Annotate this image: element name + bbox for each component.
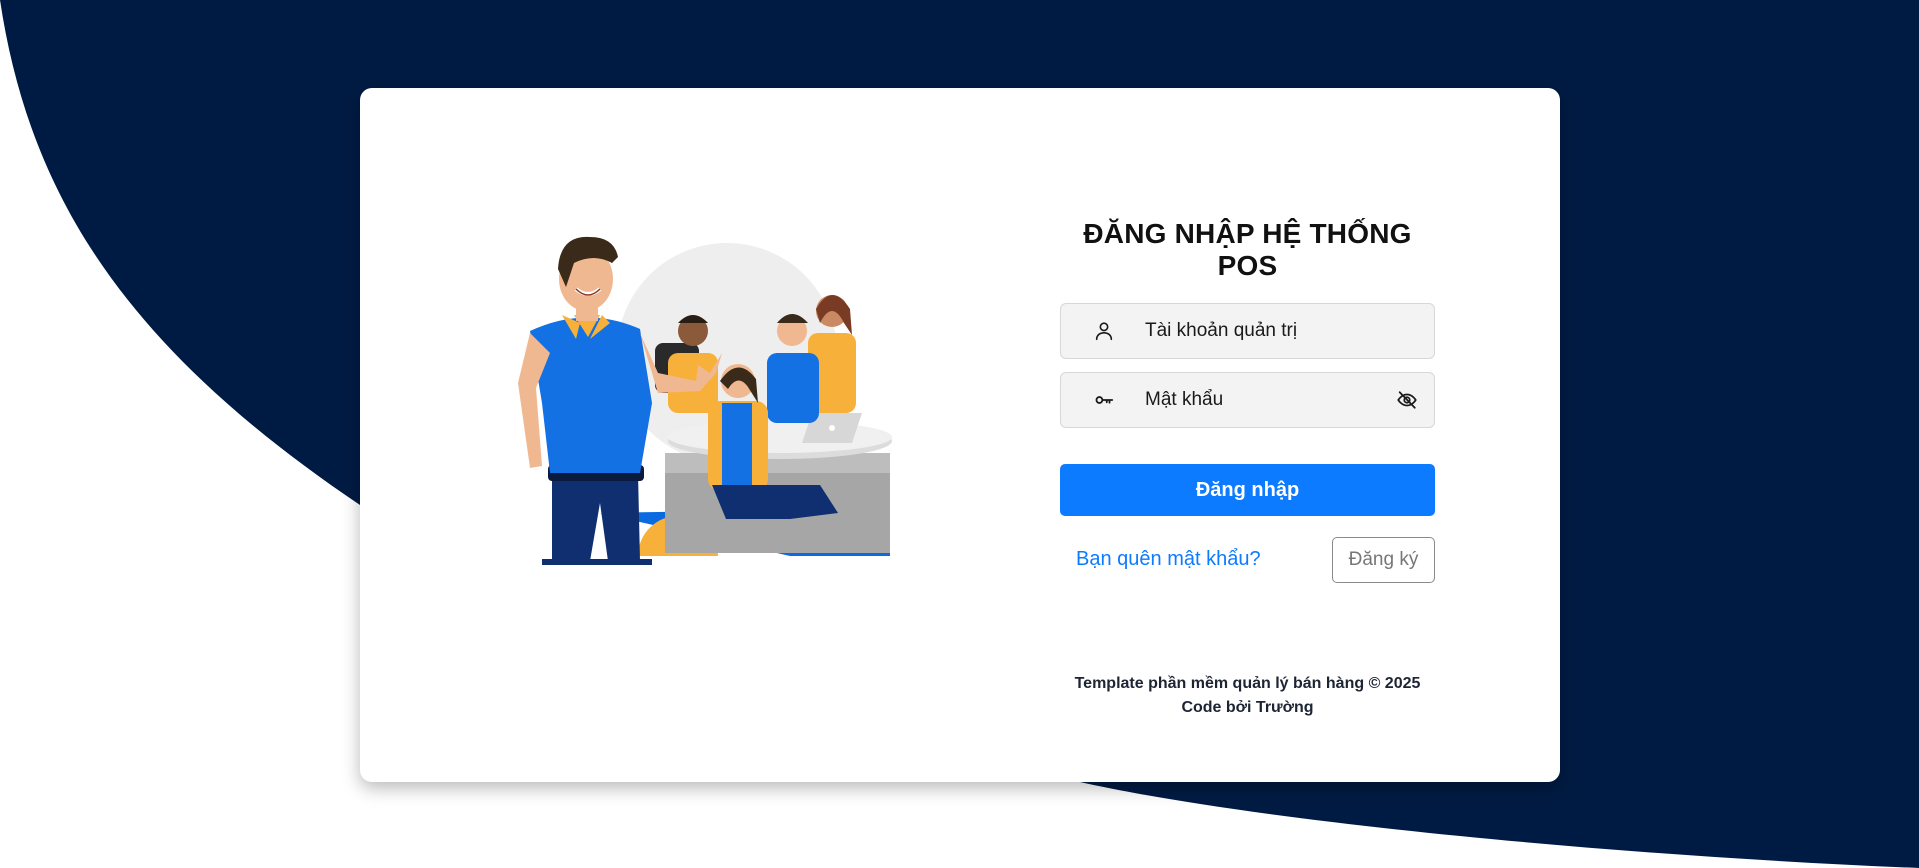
footer: Template phần mềm quản lý bán hàng © 202…: [1060, 672, 1435, 720]
page-title: ĐĂNG NHẬP HỆ THỐNG POS: [1083, 218, 1412, 281]
login-card: ĐĂNG NHẬP HỆ THỐNG POS Đăng nhập Bạn quê…: [360, 88, 1560, 782]
password-input[interactable]: [1145, 373, 1385, 427]
username-input[interactable]: [1145, 304, 1385, 358]
footer-copyright: Template phần mềm quản lý bán hàng © 202…: [1074, 675, 1421, 692]
footer-credit: Code bởi Trường: [1181, 699, 1314, 716]
key-icon: [1095, 396, 1114, 404]
eye-off-icon[interactable]: [1396, 389, 1418, 411]
password-field[interactable]: [1060, 372, 1435, 428]
username-field[interactable]: [1060, 303, 1435, 359]
forgot-password-link[interactable]: Bạn quên mật khẩu?: [1076, 548, 1261, 571]
login-button[interactable]: Đăng nhập: [1060, 464, 1435, 516]
register-button[interactable]: Đăng ký: [1332, 537, 1435, 583]
team-illustration: [518, 236, 892, 565]
user-icon: [1095, 322, 1113, 341]
